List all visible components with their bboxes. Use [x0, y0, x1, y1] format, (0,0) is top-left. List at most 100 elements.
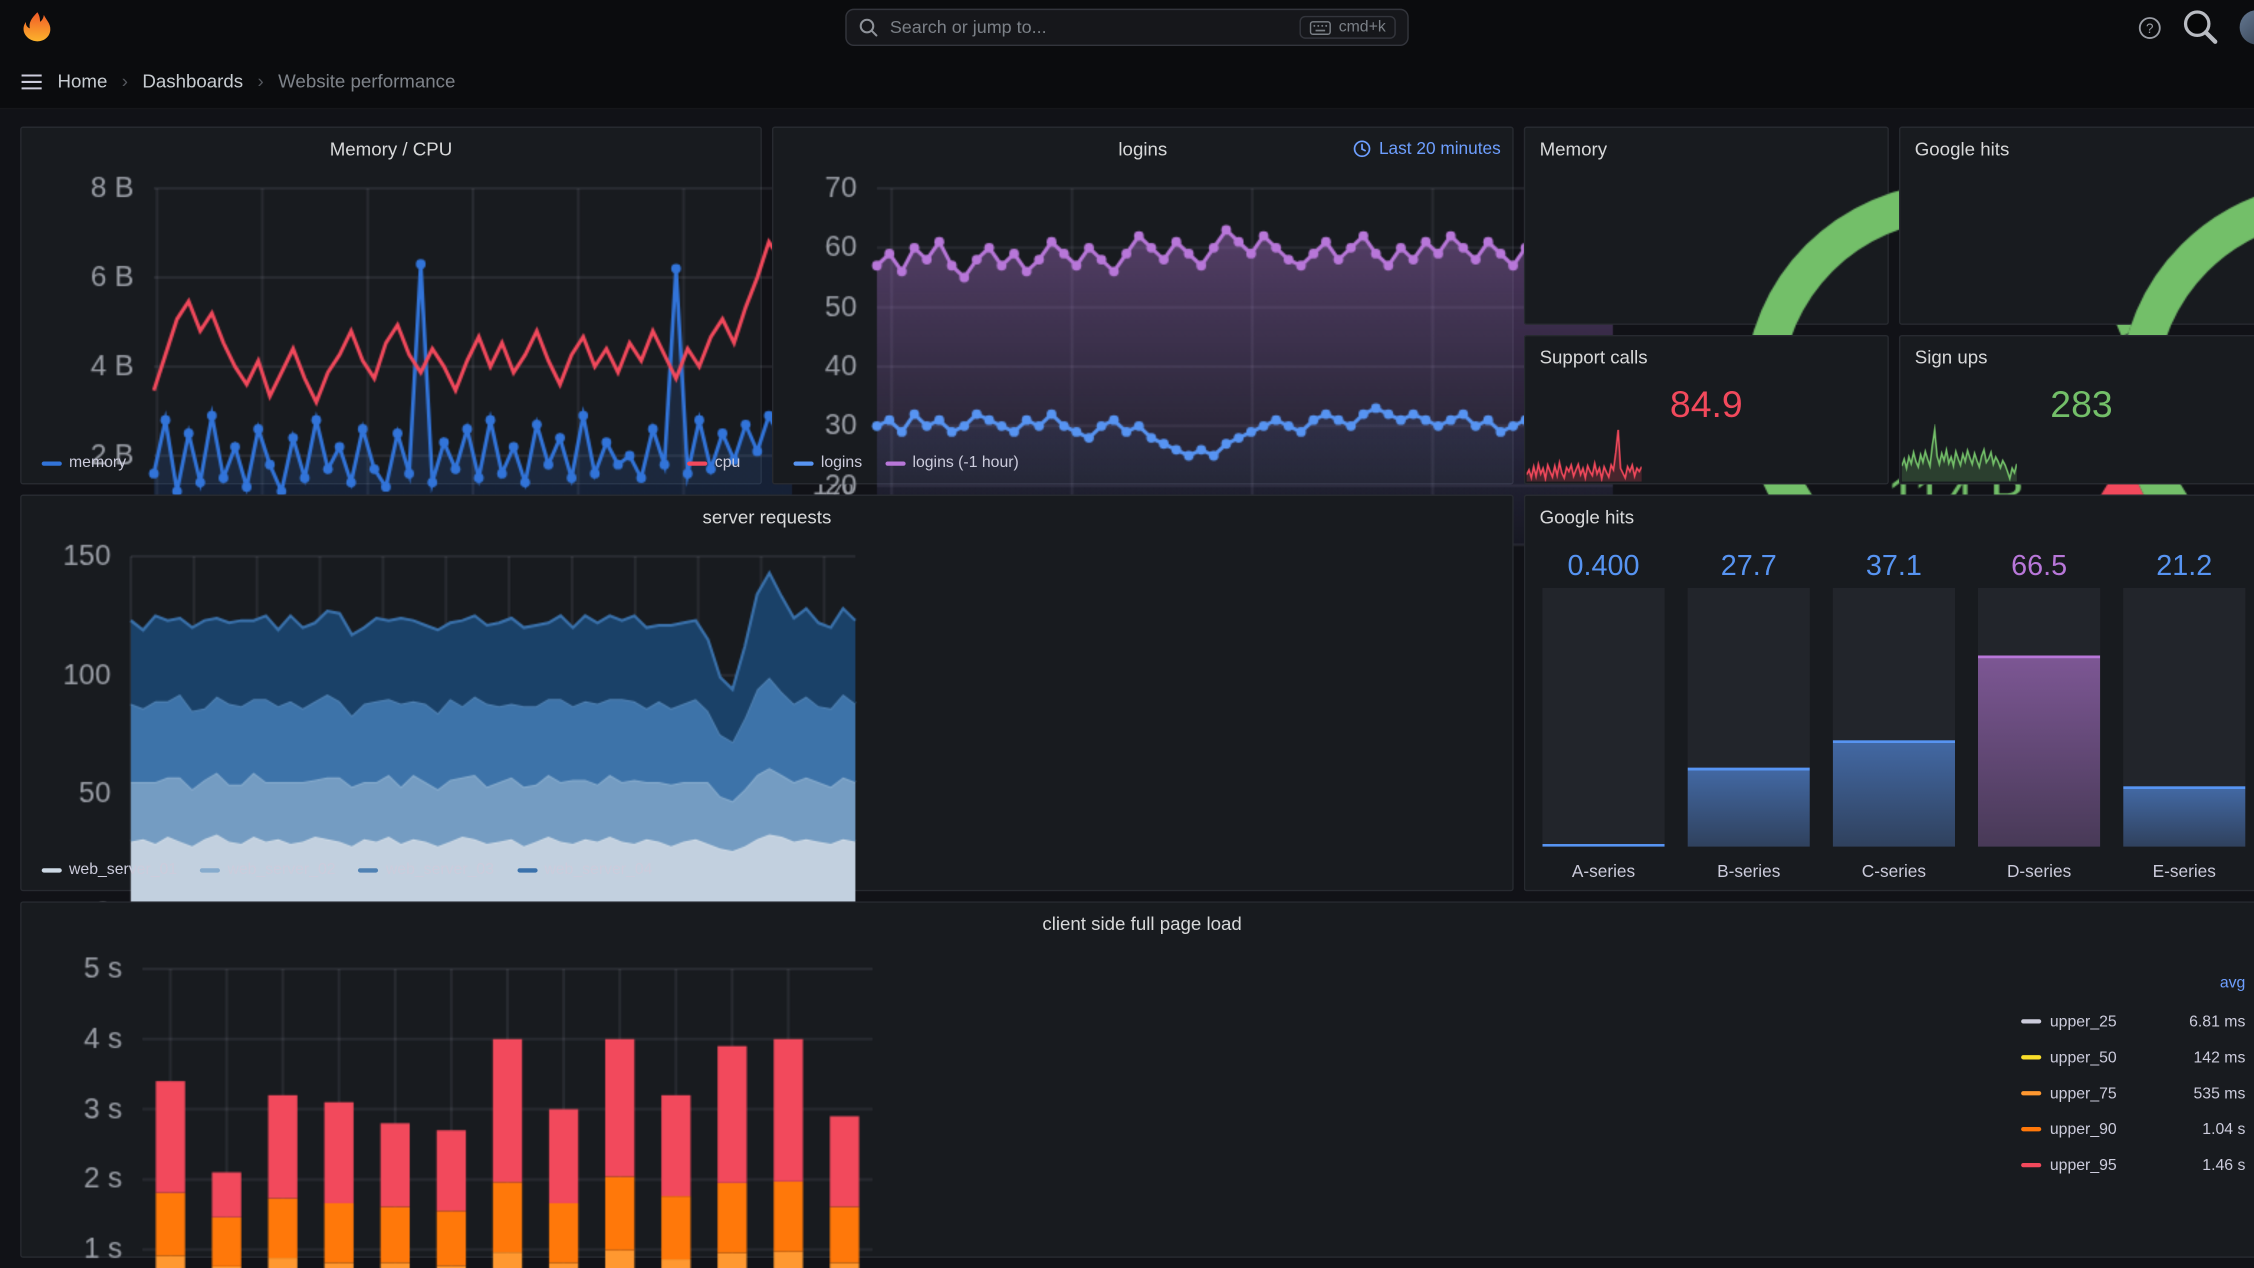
bar-gauge-track — [2123, 587, 2246, 847]
legend-swatch — [687, 460, 708, 466]
panel-title-page-load[interactable]: client side full page load — [1042, 912, 1241, 934]
panel-header: Google hits — [1900, 128, 2254, 168]
google-hits-bar-gauge: 0.400 A-series 27.7 B-series 37.1 C-series 66.… — [1542, 545, 2246, 881]
breadcrumb-separator: › — [257, 70, 264, 92]
panel-header: Memory / CPU — [22, 128, 761, 168]
help-icon[interactable]: ? — [2138, 15, 2162, 39]
legend-swatch — [793, 460, 814, 466]
legend-swatch — [200, 867, 221, 872]
panel-title-logins[interactable]: logins — [1118, 137, 1167, 159]
bar-gauge-b-series: 27.7 B-series — [1687, 545, 1810, 881]
legend-swatch — [2021, 1019, 2042, 1024]
shortcut-badge: cmd+k — [1299, 15, 1396, 39]
legend-label: web_server_02 — [227, 861, 336, 879]
legend-label: upper_25 — [2049, 1012, 2117, 1030]
legend-item-upper_95[interactable]: upper_95 1.46 s — [2021, 1147, 2245, 1183]
panel-server-requests: server requests web_server_01 web_server_… — [20, 494, 1514, 971]
sign-ups-value: 283 — [2050, 382, 2113, 426]
bar-gauge-track — [1832, 587, 1955, 847]
bar-gauge-track — [1687, 587, 1810, 847]
legend-avg-value: 1.04 s — [2202, 1120, 2246, 1138]
legend-swatch — [41, 867, 62, 872]
menu-toggle-icon[interactable] — [20, 70, 43, 93]
grafana-dashboard: Search or jump to... cmd+k ? Home › Dash… — [0, 0, 2254, 1268]
bar-gauge-value: 66.5 — [2011, 549, 2068, 582]
legend-item-cpu[interactable]: cpu — [687, 454, 741, 472]
panel-title-sign-ups[interactable]: Sign ups — [1915, 346, 1988, 368]
legend-item-web_server_01[interactable]: web_server_01 — [41, 861, 178, 879]
legend-item-upper_50[interactable]: upper_50 142 ms — [2021, 1039, 2245, 1075]
zoom-cursor-icon — [2179, 6, 2222, 49]
legend-item-upper_90[interactable]: upper_90 1.04 s — [2021, 1111, 2245, 1147]
panel-google-hits-bars: Google hits 0.400 A-series 27.7 B-series 37.… — [1523, 494, 2254, 892]
legend-rows: upper_25 6.81 ms upper_50 142 ms upper_75 535… — [2021, 1003, 2245, 1183]
panel-title-memory-cpu[interactable]: Memory / CPU — [330, 137, 453, 159]
legend-label: upper_95 — [2049, 1156, 2117, 1174]
bar-gauge-label[interactable]: A-series — [1572, 847, 1635, 881]
legend-label: web_server_01 — [69, 861, 178, 879]
page-load-chart[interactable] — [27, 945, 890, 1268]
panel-header: Support calls — [1525, 336, 1887, 376]
legend-label: upper_90 — [2049, 1120, 2117, 1138]
panel-title-google-hits-bars[interactable]: Google hits — [1540, 505, 1635, 527]
bar-gauge-a-series: 0.400 A-series — [1542, 545, 1665, 881]
legend-item-web_server_03[interactable]: web_server_03 — [358, 861, 495, 879]
legend-swatch — [2021, 1162, 2042, 1168]
user-avatar[interactable] — [2239, 10, 2254, 45]
legend-swatch — [41, 460, 62, 466]
legend-item-memory[interactable]: memory — [41, 454, 127, 472]
breadcrumb-dashboards[interactable]: Dashboards — [142, 70, 243, 92]
time-range-link[interactable]: Last 20 minutes — [1353, 128, 1501, 168]
legend-item-upper_75[interactable]: upper_75 535 ms — [2021, 1075, 2245, 1111]
legend-label: upper_50 — [2049, 1048, 2117, 1066]
grafana-flame-icon — [23, 12, 51, 42]
legend-label: web_server_04 — [544, 861, 653, 879]
grafana-logo[interactable] — [20, 10, 55, 45]
panel-header: client side full page load — [22, 903, 2254, 943]
memory-cpu-legend: memory cpu — [41, 449, 741, 478]
bar-gauge-fill — [1978, 655, 2101, 847]
server-requests-legend: web_server_01 web_server_02 web_server_03 w… — [41, 855, 1492, 884]
panel-title-google-hits[interactable]: Google hits — [1915, 137, 2010, 159]
bar-gauge-fill — [1832, 740, 1955, 847]
bar-gauge-label[interactable]: C-series — [1862, 847, 1926, 881]
shortcut-label: cmd+k — [1338, 18, 1386, 36]
panel-header: logins Last 20 minutes — [773, 128, 1512, 168]
panel-title-support-calls[interactable]: Support calls — [1540, 346, 1648, 368]
sign-ups-sparkline — [1901, 424, 2017, 482]
legend-avg-value: 1.46 s — [2202, 1156, 2246, 1174]
bar-gauge-label[interactable]: E-series — [2153, 847, 2216, 881]
bar-gauge-value: 37.1 — [1865, 549, 1922, 582]
bar-gauge-value: 21.2 — [2156, 549, 2213, 582]
search-icon — [859, 18, 878, 37]
breadcrumb: Home › Dashboards › Website performance — [0, 54, 2254, 110]
legend-item-web_server_04[interactable]: web_server_04 — [517, 861, 652, 878]
bar-gauge-label[interactable]: D-series — [2007, 847, 2071, 881]
legend-avg-value: 6.81 ms — [2189, 1012, 2246, 1030]
legend-item-logins[interactable]: logins — [793, 454, 863, 472]
support-calls-sparkline — [1526, 424, 1642, 482]
legend-label: web_server_03 — [385, 861, 495, 879]
keyboard-icon — [1310, 20, 1332, 35]
panel-page-load: client side full page load avg upper_25 6… — [20, 901, 2254, 1268]
legend-item-upper_25[interactable]: upper_25 6.81 ms — [2021, 1003, 2245, 1039]
legend-item-web_server_02[interactable]: web_server_02 — [200, 861, 336, 879]
legend-label: memory — [69, 454, 127, 472]
panel-title-server-requests[interactable]: server requests — [703, 505, 832, 527]
top-nav-bar: Search or jump to... cmd+k ? — [0, 0, 2254, 55]
breadcrumb-home[interactable]: Home — [58, 70, 108, 92]
legend-swatch — [2021, 1055, 2042, 1060]
legend-label: logins — [820, 454, 863, 472]
panel-sign-ups: Sign ups 283 — [1898, 334, 2254, 485]
bar-gauge-track — [1542, 587, 1665, 847]
legend-avg-header[interactable]: avg — [2021, 975, 2246, 1004]
search-input[interactable]: Search or jump to... cmd+k — [845, 8, 1409, 46]
legend-item-logins (-1 hour)[interactable]: logins (-1 hour) — [885, 454, 1019, 472]
legend-swatch — [2021, 1127, 2042, 1132]
legend-label: cpu — [714, 454, 741, 472]
legend-label: logins (-1 hour) — [912, 454, 1019, 472]
panel-title-memory[interactable]: Memory — [1540, 137, 1607, 159]
bar-gauge-label[interactable]: B-series — [1717, 847, 1780, 881]
panel-header: Memory — [1525, 128, 1887, 168]
bar-gauge-value: 0.400 — [1567, 549, 1640, 582]
